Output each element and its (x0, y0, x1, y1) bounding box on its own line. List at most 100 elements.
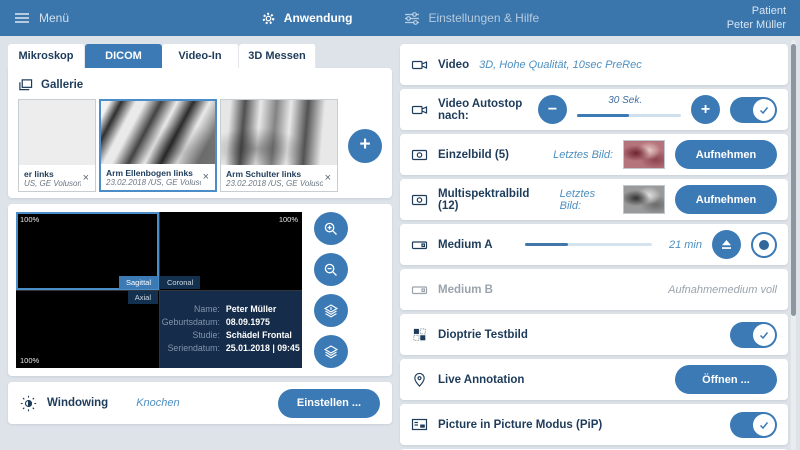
tab-label: 3D Messen (248, 50, 305, 62)
storage-medium-icon (411, 282, 428, 298)
video-value: 3D, Hohe Qualität, 10sec PreRec (479, 59, 642, 71)
sliders-icon (404, 12, 420, 25)
video-camera-icon (411, 102, 428, 118)
info-label: Studie: (162, 330, 220, 341)
settings-row-dioptrie: Dioptrie Testbild (400, 314, 788, 355)
autostop-toggle[interactable] (730, 97, 777, 123)
nav-einstellungen[interactable]: Einstellungen & Hilfe (404, 11, 539, 25)
pip-icon (411, 417, 428, 432)
toggle-knob (753, 414, 775, 436)
close-icon[interactable]: × (81, 172, 91, 184)
gallery-item[interactable]: er links US, GE Voluson × (18, 99, 96, 192)
settings-panel: Video 3D, Hohe Qualität, 10sec PreRec Vi… (400, 44, 788, 450)
eject-icon (720, 238, 733, 251)
close-icon[interactable]: × (323, 172, 333, 184)
settings-row-pip: Picture in Picture Modus (PiP) (400, 404, 788, 445)
increase-button[interactable]: + (691, 95, 720, 124)
gear-icon (261, 11, 276, 26)
layers-icon (323, 344, 339, 360)
info-label: Seriendatum: (162, 343, 220, 354)
camera-icon (411, 147, 428, 162)
scrollbar-thumb[interactable] (791, 44, 796, 316)
tab-3d-messen[interactable]: 3D Messen (239, 44, 316, 68)
camera-icon (411, 192, 428, 207)
patient-name: Peter Müller (586, 18, 786, 32)
windowing-settings-button[interactable]: Einstellen ... (278, 389, 380, 418)
close-icon[interactable]: × (201, 171, 211, 183)
add-image-button[interactable]: + (348, 129, 382, 163)
letztes-bild-label: Letztes Bild: (553, 149, 613, 161)
thumbnail-subtitle: 23.02.2018 /US, GE Voluson (106, 178, 201, 187)
windowing-label: Windowing (47, 397, 108, 409)
settings-row-medium-b: Medium B Aufnahmemedium voll (400, 269, 788, 310)
settings-row-video: Video 3D, Hohe Qualität, 10sec PreRec (400, 44, 788, 85)
thumbnail-image (19, 100, 95, 165)
gallery-title: Gallerie (41, 79, 83, 91)
topbar: Menü Anwendung Einstellungen & Hilfe Pat… (0, 0, 800, 36)
zoom-level: 100% (279, 215, 298, 224)
autostop-slider[interactable]: 30 Sek. (577, 95, 681, 124)
layer-down-icon (323, 303, 339, 319)
zoom-out-button[interactable] (314, 253, 348, 286)
capture-button[interactable]: Aufnehmen (675, 185, 777, 214)
thumbnail-text: Arm Schulter links 23.02.2018 /US, GE Vo… (226, 169, 323, 188)
plus-icon: + (359, 135, 370, 154)
menu-button[interactable]: Menü (14, 11, 214, 25)
storage-medium-icon (411, 237, 428, 253)
dioptrie-toggle[interactable] (730, 322, 777, 348)
dicom-viewer[interactable]: 100% 100% 100% Name: Peter Müller Geburt… (16, 212, 302, 368)
layers-button[interactable] (314, 335, 348, 368)
scrollbar[interactable] (791, 40, 796, 450)
tab-dicom[interactable]: DICOM (85, 44, 162, 68)
info-value: 08.09.1975 (226, 317, 300, 328)
gallery-item-selected[interactable]: Arm Ellenbogen links 23.02.2018 /US, GE … (99, 99, 217, 192)
tag-coronal[interactable]: Coronal (160, 276, 200, 289)
gallery-item[interactable]: Arm Schulter links 23.02.2018 /US, GE Vo… (220, 99, 338, 192)
viewer-card: 100% 100% 100% Name: Peter Müller Geburt… (8, 204, 392, 376)
zoom-in-button[interactable] (314, 212, 348, 245)
nav-anwendung[interactable]: Anwendung (261, 11, 353, 26)
thumbnail-meta: Arm Schulter links 23.02.2018 /US, GE Vo… (221, 165, 337, 191)
medium-b-label: Medium B (438, 284, 493, 296)
tab-mikroskop[interactable]: Mikroskop (8, 44, 85, 68)
pip-toggle[interactable] (730, 412, 777, 438)
main-content: Mikroskop DICOM Video-In 3D Messen Galle… (8, 44, 788, 450)
toggle-knob (753, 99, 775, 121)
annotation-label: Live Annotation (438, 374, 524, 386)
layer-down-button[interactable] (314, 294, 348, 327)
patient-block: Patient Peter Müller (586, 4, 786, 33)
dioptrie-label: Dioptrie Testbild (438, 329, 528, 341)
medium-a-radio[interactable] (751, 232, 777, 258)
tag-sagittal[interactable]: Sagittal (119, 276, 158, 289)
open-annotation-button[interactable]: Öffnen ... (675, 365, 777, 394)
capture-button[interactable]: Aufnehmen (675, 140, 777, 169)
medium-a-label: Medium A (438, 239, 493, 251)
zoom-out-icon (323, 262, 339, 278)
nav-einstellungen-label: Einstellungen & Hilfe (428, 11, 539, 25)
topbar-nav: Anwendung Einstellungen & Hilfe (214, 11, 586, 26)
tab-label: DICOM (105, 50, 142, 62)
thumbnail-text: er links US, GE Voluson (24, 169, 81, 188)
settings-row-einzelbild: Einzelbild (5) Letztes Bild: Aufnehmen (400, 134, 788, 175)
settings-row-annotation: Live Annotation Öffnen ... (400, 359, 788, 400)
patient-info-grid: Name: Peter Müller Geburtsdatum: 08.09.1… (162, 304, 300, 354)
photos-icon (18, 78, 33, 92)
einzelbild-label: Einzelbild (5) (438, 149, 509, 161)
gallery-thumbs: er links US, GE Voluson × Arm Ellenbogen… (18, 99, 382, 192)
testpattern-icon (411, 327, 428, 342)
radio-dot (759, 240, 769, 250)
eject-button[interactable] (712, 230, 741, 259)
last-image-thumbnail[interactable] (623, 185, 665, 214)
gallery-header: Gallerie (18, 76, 382, 94)
app-window: Menü Anwendung Einstellungen & Hilfe Pat… (0, 0, 800, 450)
nav-anwendung-label: Anwendung (284, 11, 353, 25)
decrease-button[interactable]: − (538, 95, 567, 124)
check-icon (758, 329, 770, 341)
thumbnail-image (101, 101, 215, 164)
location-pin-icon (411, 372, 428, 388)
zoom-in-icon (323, 221, 339, 237)
tag-axial[interactable]: Axial (128, 291, 158, 304)
last-image-thumbnail[interactable] (623, 140, 665, 169)
medium-a-progress (525, 243, 652, 246)
tab-video-in[interactable]: Video-In (162, 44, 239, 68)
